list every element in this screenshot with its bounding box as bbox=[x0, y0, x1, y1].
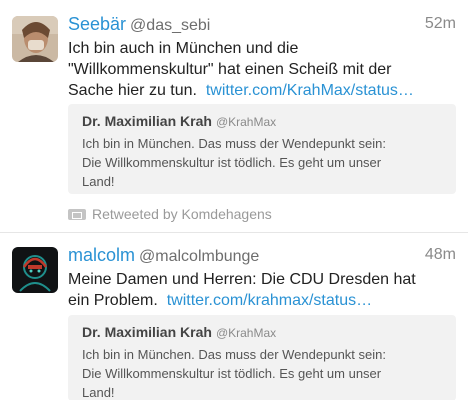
quoted-author-name: Dr. Maximilian Krah bbox=[82, 324, 212, 340]
quoted-tweet-text: Ich bin in München. Das muss der Wendepu… bbox=[82, 345, 444, 400]
quoted-text-line: Land! bbox=[82, 174, 115, 189]
avatar[interactable] bbox=[12, 16, 58, 62]
quoted-text-line: Die Willkommenskultur ist tödlich. Es ge… bbox=[82, 155, 382, 170]
tweet-text-line: ein Problem. twitter.com/krahmax/status… bbox=[68, 290, 458, 311]
quoted-text-line: Ich bin in München. Das muss der Wendepu… bbox=[82, 136, 386, 151]
tweet-link[interactable]: twitter.com/KrahMax/status… bbox=[206, 82, 414, 99]
tweet-item[interactable]: Seebär @das_sebi 52m Ich bin auch in Münc… bbox=[0, 0, 468, 232]
avatar[interactable] bbox=[12, 247, 58, 293]
tweet-link[interactable]: twitter.com/krahmax/status… bbox=[167, 292, 372, 309]
tweet-header: Seebär @das_sebi 52m bbox=[68, 14, 456, 36]
quoted-author-handle: @KrahMax bbox=[215, 115, 277, 129]
tweet-item[interactable]: malcolm @malcolmbunge 48m Meine Damen und… bbox=[0, 232, 468, 400]
author-name[interactable]: Seebär bbox=[68, 14, 126, 34]
quoted-author-handle: @KrahMax bbox=[215, 326, 277, 340]
author-name[interactable]: malcolm bbox=[68, 245, 135, 265]
tweet-text-line: "Willkommenskultur" hat einen Scheiß mit… bbox=[68, 61, 392, 78]
quoted-text-line: Ich bin in München. Das muss der Wendepu… bbox=[82, 347, 386, 362]
tweet-text: Meine Damen und Herren: Die CDU Dresden … bbox=[68, 269, 458, 311]
quoted-text-line: Land! bbox=[82, 385, 115, 400]
tweet-text-fragment: Sache hier zu tun. bbox=[68, 82, 197, 99]
retweeted-by[interactable]: Retweeted by Komdehagens bbox=[68, 206, 272, 222]
tweet-timestamp: 48m bbox=[424, 246, 456, 263]
retweeted-by-label: Retweeted by Komdehagens bbox=[92, 206, 272, 222]
tweet-timestamp: 52m bbox=[424, 15, 456, 32]
author-handle: @das_sebi bbox=[130, 17, 211, 34]
author-handle: @malcolmbunge bbox=[139, 248, 260, 265]
quoted-tweet-text: Ich bin in München. Das muss der Wendepu… bbox=[82, 134, 444, 191]
tweet-text-fragment: ein Problem. bbox=[68, 292, 158, 309]
retweet-icon bbox=[68, 209, 86, 220]
tweet-text-line: Sache hier zu tun. twitter.com/KrahMax/s… bbox=[68, 80, 458, 101]
quoted-text-line: Die Willkommenskultur ist tödlich. Es ge… bbox=[82, 366, 382, 381]
quoted-tweet-card[interactable]: Dr. Maximilian Krah @KrahMax Ich bin in M… bbox=[68, 104, 456, 194]
tweet-text-line: Meine Damen und Herren: Die CDU Dresden … bbox=[68, 271, 416, 288]
tweet-text: Ich bin auch in München und die "Willkom… bbox=[68, 38, 458, 101]
quoted-author-name: Dr. Maximilian Krah bbox=[82, 113, 212, 129]
tweet-header: malcolm @malcolmbunge 48m bbox=[68, 245, 456, 267]
quoted-tweet-card[interactable]: Dr. Maximilian Krah @KrahMax Ich bin in M… bbox=[68, 315, 456, 400]
tweet-text-line: Ich bin auch in München und die bbox=[68, 40, 299, 57]
